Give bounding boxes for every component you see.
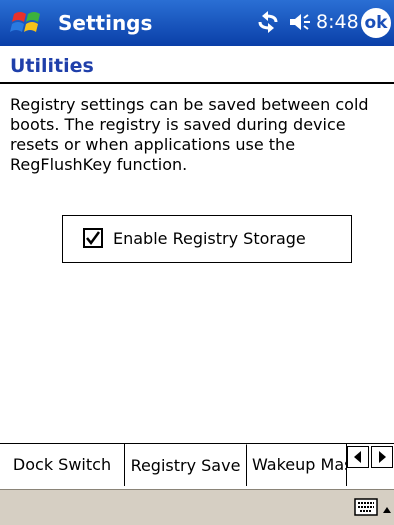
app-title: Settings: [58, 11, 153, 35]
windows-start-icon[interactable]: [10, 8, 48, 38]
title-bar: Settings 8:48 ok: [0, 0, 394, 46]
registry-storage-group: Enable Registry Storage: [62, 215, 352, 263]
tab-registry-save[interactable]: Registry Save: [125, 444, 247, 486]
connectivity-icon[interactable]: [256, 8, 280, 36]
tab-scroll-left-button[interactable]: [347, 446, 369, 468]
tab-strip: Dock Switch Registry Save Wakeup Mas: [0, 443, 394, 489]
title-divider: [0, 82, 394, 84]
enable-registry-storage-label[interactable]: Enable Registry Storage: [113, 229, 306, 248]
input-panel-arrow-icon[interactable]: [382, 500, 392, 513]
keyboard-icon[interactable]: [354, 498, 378, 516]
arrow-left-icon: [354, 451, 361, 463]
enable-registry-storage-checkbox[interactable]: [83, 228, 103, 248]
tab-dock-switch[interactable]: Dock Switch: [0, 444, 125, 486]
checkmark-icon: [86, 231, 101, 246]
volume-icon[interactable]: [288, 11, 314, 33]
arrow-right-icon: [379, 451, 386, 463]
ok-button[interactable]: ok: [361, 8, 391, 38]
page-title: Utilities: [10, 55, 94, 77]
description-text: Registry settings can be saved between c…: [10, 95, 369, 174]
tab-scroll-right-button[interactable]: [371, 446, 393, 468]
tab-wakeup-mask[interactable]: Wakeup Mas: [247, 444, 347, 486]
clock-time[interactable]: 8:48: [316, 11, 359, 33]
command-bar: [0, 489, 394, 525]
